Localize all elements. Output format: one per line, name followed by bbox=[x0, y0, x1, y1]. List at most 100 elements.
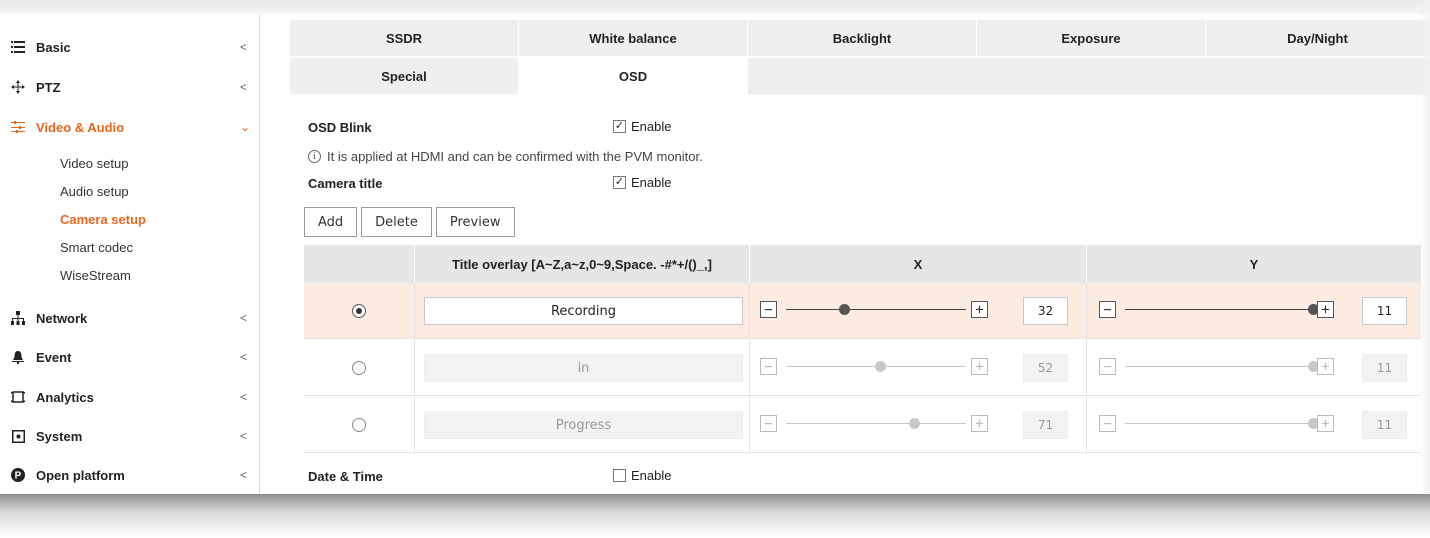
camera-title-enable-checkbox[interactable]: ✓ Enable bbox=[613, 175, 671, 190]
tab-white-balance[interactable]: White balance bbox=[519, 20, 748, 57]
tab-osd[interactable]: OSD bbox=[519, 58, 748, 95]
chevron-left-icon: < bbox=[240, 350, 248, 364]
sub-item-video-setup[interactable]: Video setup bbox=[60, 156, 128, 171]
title-button-group: Add Delete Preview bbox=[304, 207, 515, 237]
y-decrease-button[interactable]: − bbox=[1099, 358, 1116, 375]
menu-event[interactable]: Event < bbox=[0, 344, 260, 370]
y-slider-track[interactable] bbox=[1125, 366, 1313, 367]
menu-basic[interactable]: Basic < bbox=[0, 34, 260, 60]
list-icon bbox=[10, 39, 26, 55]
tab-backlight[interactable]: Backlight bbox=[748, 20, 977, 57]
chevron-left-icon: < bbox=[240, 40, 248, 54]
menu-label: Network bbox=[36, 310, 88, 326]
table-row[interactable]: Progress − +71− +11 bbox=[304, 397, 1421, 453]
chevron-left-icon: < bbox=[240, 390, 248, 404]
x-decrease-button[interactable]: − bbox=[760, 415, 777, 432]
p-circle-icon: P bbox=[10, 467, 26, 483]
y-slider-track[interactable] bbox=[1125, 423, 1313, 424]
x-increase-button[interactable]: + bbox=[971, 415, 988, 432]
cell-divider bbox=[1086, 340, 1087, 396]
table-header: Title overlay [A~Z,a~z,0~9,Space. -#*+/(… bbox=[304, 245, 1421, 283]
menu-video-audio[interactable]: Video & Audio ⌄ bbox=[0, 114, 260, 140]
sidebar: Basic < PTZ < Video & Audio ⌄ Video setu… bbox=[0, 14, 260, 494]
window-bottom-shadow bbox=[0, 494, 1430, 538]
svg-text:P: P bbox=[15, 471, 22, 482]
sub-item-wisestream[interactable]: WiseStream bbox=[60, 268, 131, 283]
tab-exposure[interactable]: Exposure bbox=[977, 20, 1206, 57]
cell-divider bbox=[414, 397, 415, 453]
menu-label: Analytics bbox=[36, 389, 94, 405]
y-decrease-button[interactable]: − bbox=[1099, 301, 1116, 318]
x-increase-button[interactable]: + bbox=[971, 301, 988, 318]
y-increase-button[interactable]: + bbox=[1317, 415, 1334, 432]
x-decrease-button[interactable]: − bbox=[760, 358, 777, 375]
osd-blink-label: OSD Blink bbox=[308, 120, 372, 135]
checkbox-checked[interactable]: ✓ bbox=[613, 176, 626, 189]
header-x: X bbox=[913, 256, 923, 272]
menu-network[interactable]: Network < bbox=[0, 305, 260, 331]
row-select-radio[interactable] bbox=[352, 361, 366, 375]
y-value-input[interactable]: 11 bbox=[1362, 411, 1407, 439]
y-value-input[interactable]: 11 bbox=[1362, 354, 1407, 382]
y-decrease-button[interactable]: − bbox=[1099, 415, 1116, 432]
title-overlay-input[interactable]: in bbox=[424, 354, 743, 382]
x-value-input[interactable]: 32 bbox=[1023, 297, 1068, 325]
title-overlay-input[interactable]: Recording bbox=[424, 297, 743, 325]
date-time-enable-checkbox[interactable]: Enable bbox=[613, 468, 671, 483]
y-value-input[interactable]: 11 bbox=[1362, 297, 1407, 325]
add-button[interactable]: Add bbox=[304, 207, 358, 237]
right-edge-fade bbox=[1420, 0, 1430, 494]
chevron-left-icon: < bbox=[240, 429, 248, 443]
table-row[interactable]: in − +52− +11 bbox=[304, 340, 1421, 396]
x-slider-thumb[interactable] bbox=[838, 304, 850, 315]
cell-divider bbox=[1086, 283, 1087, 339]
x-value-input[interactable]: 71 bbox=[1023, 411, 1068, 439]
row-select-radio[interactable] bbox=[352, 418, 366, 432]
sub-item-camera-setup[interactable]: Camera setup bbox=[60, 212, 146, 227]
x-slider-thumb[interactable] bbox=[874, 361, 886, 372]
table-row[interactable]: Recording − +32− +11 bbox=[304, 283, 1421, 339]
delete-button[interactable]: Delete bbox=[361, 207, 432, 237]
menu-open-platform[interactable]: P Open platform < bbox=[0, 462, 260, 488]
tab-ssdr[interactable]: SSDR bbox=[290, 20, 519, 57]
x-slider-track[interactable] bbox=[786, 309, 966, 310]
cell-divider bbox=[1086, 397, 1087, 453]
menu-analytics[interactable]: Analytics < bbox=[0, 384, 260, 410]
menu-system[interactable]: System < bbox=[0, 423, 260, 449]
y-slider-track[interactable] bbox=[1125, 309, 1313, 310]
menu-label: Open platform bbox=[36, 467, 125, 483]
menu-label: Video & Audio bbox=[36, 119, 125, 135]
header-title-overlay: Title overlay [A~Z,a~z,0~9,Space. -#*+/(… bbox=[452, 256, 712, 272]
y-increase-button[interactable]: + bbox=[1317, 301, 1334, 318]
title-overlay-input[interactable]: Progress bbox=[424, 411, 743, 439]
menu-ptz[interactable]: PTZ < bbox=[0, 74, 260, 100]
chevron-left-icon: < bbox=[240, 80, 248, 94]
osd-blink-enable-checkbox[interactable]: ✓ Enable bbox=[613, 119, 671, 134]
preview-button[interactable]: Preview bbox=[435, 207, 515, 237]
x-decrease-button[interactable]: − bbox=[760, 301, 777, 318]
tab-special[interactable]: Special bbox=[290, 58, 519, 95]
header-select bbox=[304, 245, 414, 283]
row-select-radio[interactable] bbox=[352, 304, 366, 318]
date-time-label: Date & Time bbox=[308, 469, 383, 484]
cell-divider bbox=[414, 283, 415, 339]
x-value-input[interactable]: 52 bbox=[1023, 354, 1068, 382]
header-y: Y bbox=[1249, 256, 1259, 272]
sub-item-audio-setup[interactable]: Audio setup bbox=[60, 184, 129, 199]
x-slider-track[interactable] bbox=[786, 423, 966, 424]
checkbox-label: Enable bbox=[631, 175, 672, 190]
tab-day-night[interactable]: Day/Night bbox=[1206, 20, 1430, 57]
window-top-strip bbox=[0, 0, 1430, 14]
x-increase-button[interactable]: + bbox=[971, 358, 988, 375]
tab-bar-row-1: SSDR White balance Backlight Exposure Da… bbox=[290, 20, 1430, 57]
y-increase-button[interactable]: + bbox=[1317, 358, 1334, 375]
checkbox-label: Enable bbox=[631, 119, 672, 134]
sub-item-smart-codec[interactable]: Smart codec bbox=[60, 240, 133, 255]
info-message: i It is applied at HDMI and can be confi… bbox=[308, 149, 703, 164]
checkbox-unchecked[interactable] bbox=[613, 469, 626, 482]
chevron-left-icon: < bbox=[240, 468, 248, 482]
checkbox-checked[interactable]: ✓ bbox=[613, 120, 626, 133]
chevron-left-icon: < bbox=[240, 311, 248, 325]
menu-label: Basic bbox=[36, 39, 71, 55]
x-slider-thumb[interactable] bbox=[908, 418, 920, 429]
